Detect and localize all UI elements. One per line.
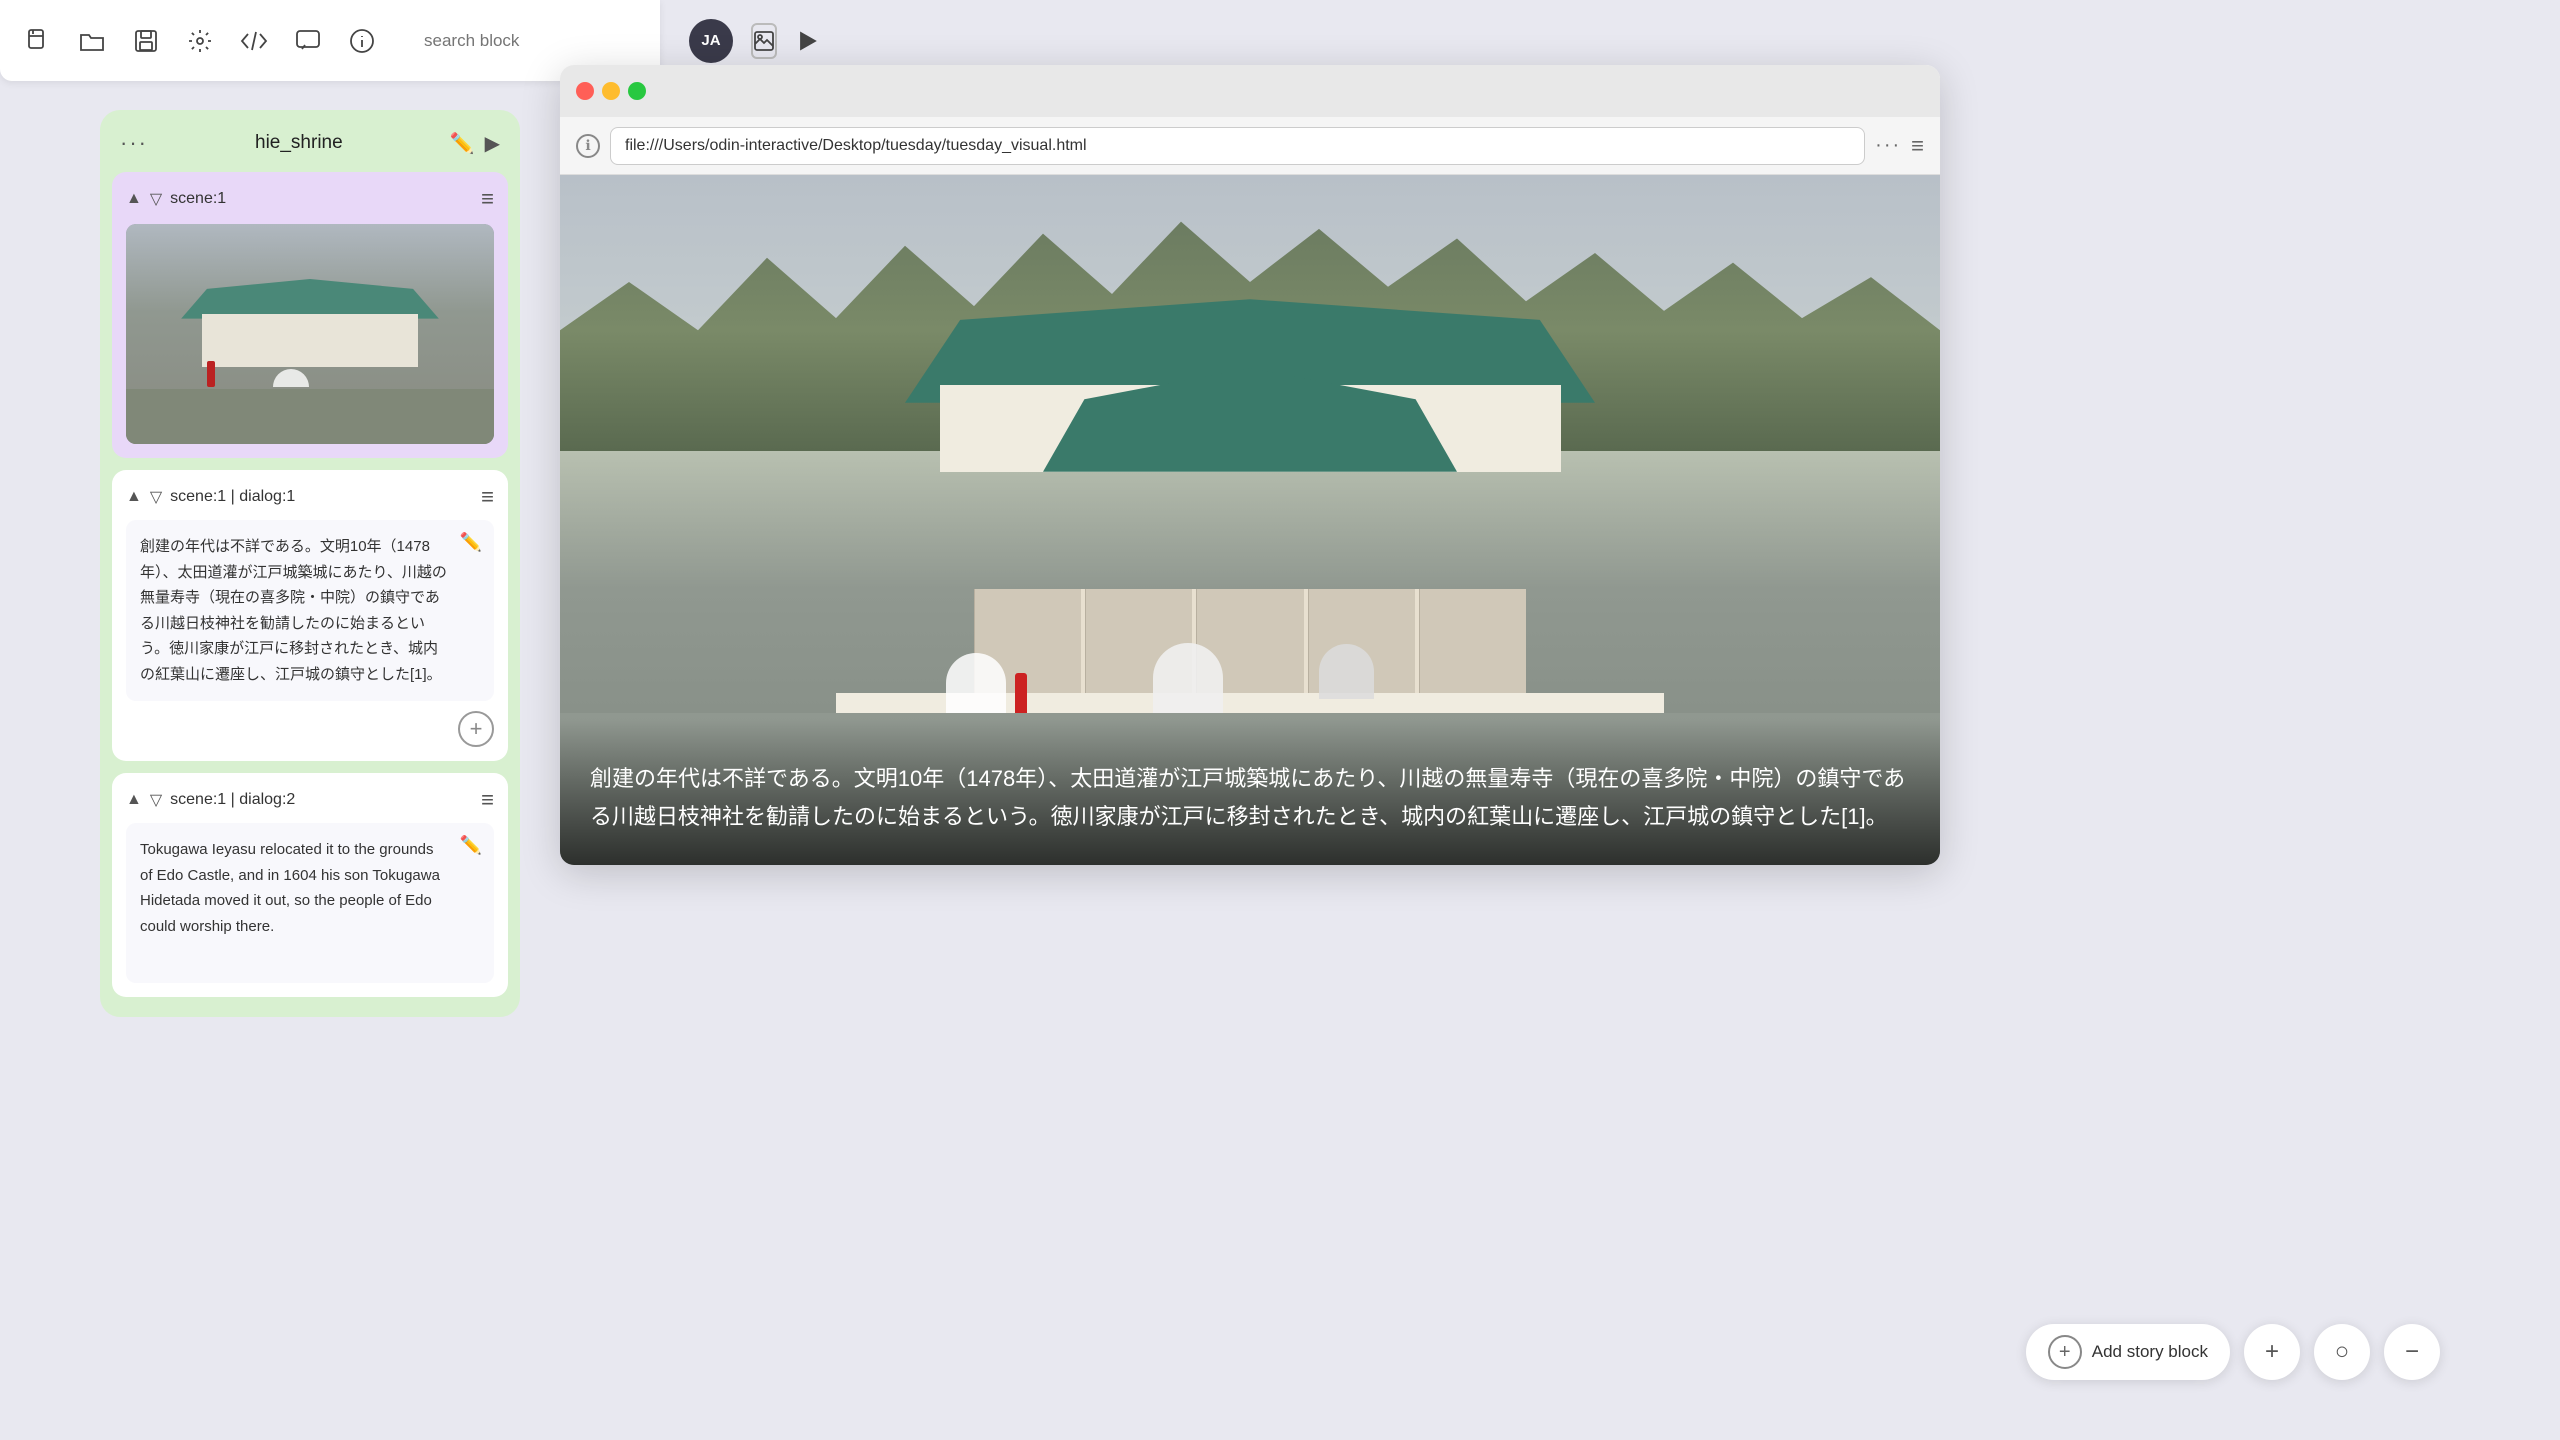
edit-icon[interactable]: ✏️ — [450, 131, 475, 156]
panel-header: ··· hie_shrine ✏️ ▶ — [100, 110, 520, 172]
panel-title: hie_shrine — [158, 132, 440, 154]
scene-menu-icon[interactable]: ≡ — [481, 186, 494, 212]
panel-play-icon[interactable]: ▶ — [485, 131, 500, 156]
dialog1-down-arrow[interactable]: ▽ — [150, 487, 162, 507]
mini-red-figure — [207, 361, 215, 387]
traffic-yellow-button[interactable] — [602, 82, 620, 100]
scene-up-arrow[interactable]: ▲ — [126, 190, 142, 208]
dialog1-up-arrow[interactable]: ▲ — [126, 488, 142, 506]
dialog2-menu-icon[interactable]: ≡ — [481, 787, 494, 813]
dialog2-up-arrow[interactable]: ▲ — [126, 791, 142, 809]
shrine-umbrella-3 — [1319, 644, 1374, 699]
browser-content: 創建の年代は不詳である。文明10年（1478年）、太田道灌が江戸城築城にあたり、… — [560, 175, 1940, 865]
dialog1-add-button[interactable]: + — [458, 711, 494, 747]
scene-1-image[interactable] — [126, 224, 494, 444]
shrine-umbrella-2 — [1153, 643, 1223, 713]
browser-menu-icon[interactable]: ≡ — [1911, 133, 1924, 159]
dialog-2-text-area: ✏️ Tokugawa Ieyasu relocated it to the g… — [126, 823, 494, 983]
dialog-1-card: ▲ ▽ scene:1 | dialog:1 ≡ ✏️ 創建の年代は不詳である。… — [112, 470, 508, 761]
mini-shrine-ground — [126, 389, 494, 444]
add-story-label: Add story block — [2092, 1342, 2208, 1362]
dialog-1-text: 創建の年代は不詳である。文明10年（1478年）、太田道灌が江戸城築城にあたり、… — [140, 534, 450, 687]
minus-button[interactable]: − — [2384, 1324, 2440, 1380]
new-doc-icon[interactable] — [20, 23, 56, 59]
scene-1-label: scene:1 — [170, 190, 473, 208]
scene-1-card: ▲ ▽ scene:1 ≡ — [112, 172, 508, 458]
mini-shrine-roof — [181, 279, 439, 367]
dialog-1-text-area: ✏️ 創建の年代は不詳である。文明10年（1478年）、太田道灌が江戸城築城にあ… — [126, 520, 494, 701]
shrine-photo: 創建の年代は不詳である。文明10年（1478年）、太田道灌が江戸城築城にあたり、… — [560, 175, 1940, 865]
dialog1-edit-icon[interactable]: ✏️ — [460, 532, 482, 553]
dialog-1-header: ▲ ▽ scene:1 | dialog:1 ≡ — [126, 484, 494, 510]
comment-icon[interactable] — [290, 23, 326, 59]
scene-down-arrow[interactable]: ▽ — [150, 189, 162, 209]
main-toolbar: JA — [0, 0, 660, 81]
settings-icon[interactable] — [182, 23, 218, 59]
dialog-2-card: ▲ ▽ scene:1 | dialog:2 ≡ ✏️ Tokugawa Iey… — [112, 773, 508, 997]
code-icon[interactable] — [236, 23, 272, 59]
browser-info-icon[interactable]: ℹ — [576, 134, 600, 158]
dialog1-menu-icon[interactable]: ≡ — [481, 484, 494, 510]
dialog2-edit-icon[interactable]: ✏️ — [460, 835, 482, 856]
scene-1-header: ▲ ▽ scene:1 ≡ — [126, 186, 494, 212]
add-story-button[interactable]: + Add story block — [2026, 1324, 2230, 1380]
left-panel: ··· hie_shrine ✏️ ▶ ▲ ▽ scene:1 ≡ ▲ ▽ sc… — [100, 110, 520, 1017]
save-icon[interactable] — [128, 23, 164, 59]
browser-window: ℹ file:///Users/odin-interactive/Desktop… — [560, 65, 1940, 865]
browser-titlebar — [560, 65, 1940, 117]
mini-umbrella — [273, 369, 309, 387]
folder-icon[interactable] — [74, 23, 110, 59]
shrine-sub-roof — [1043, 368, 1457, 472]
mini-shrine-bg — [126, 224, 494, 444]
shrine-caption: 創建の年代は不詳である。文明10年（1478年）、太田道灌が江戸城築城にあたり、… — [560, 720, 1940, 865]
browser-url-bar[interactable]: file:///Users/odin-interactive/Desktop/t… — [610, 127, 1865, 165]
figure-red — [1015, 673, 1027, 713]
browser-more-icon[interactable]: ··· — [1875, 134, 1901, 157]
dialog-2-header: ▲ ▽ scene:1 | dialog:2 ≡ — [126, 787, 494, 813]
plus-button[interactable]: + — [2244, 1324, 2300, 1380]
bottom-toolbar: + Add story block + ○ − — [2026, 1324, 2440, 1380]
panel-dots[interactable]: ··· — [120, 130, 148, 156]
search-input[interactable] — [424, 20, 645, 62]
play-icon[interactable] — [795, 23, 819, 59]
dialog-1-label: scene:1 | dialog:1 — [170, 488, 473, 506]
dialog-2-label: scene:1 | dialog:2 — [170, 791, 473, 809]
dialog-2-text: Tokugawa Ieyasu relocated it to the grou… — [140, 837, 450, 939]
shrine-umbrella-1 — [946, 653, 1006, 713]
add-story-circle-icon: + — [2048, 1335, 2082, 1369]
dialog2-down-arrow[interactable]: ▽ — [150, 790, 162, 810]
language-badge[interactable]: JA — [689, 19, 733, 63]
image-tool-icon[interactable] — [751, 23, 777, 59]
traffic-green-button[interactable] — [628, 82, 646, 100]
circle-button[interactable]: ○ — [2314, 1324, 2370, 1380]
traffic-red-button[interactable] — [576, 82, 594, 100]
browser-toolbar: ℹ file:///Users/odin-interactive/Desktop… — [560, 117, 1940, 175]
info-icon[interactable] — [344, 23, 380, 59]
